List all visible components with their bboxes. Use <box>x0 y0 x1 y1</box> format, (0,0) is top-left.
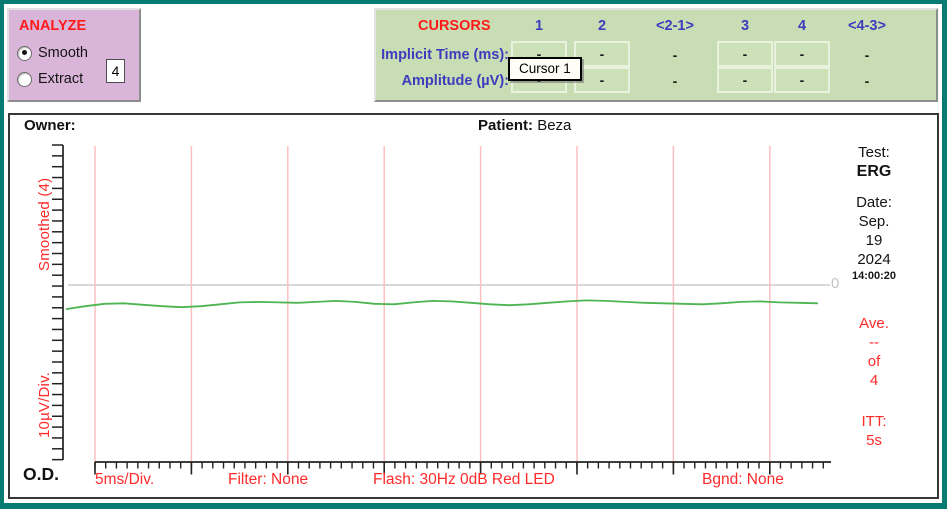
implicit-time-cursor4-cell: - <box>774 41 830 67</box>
date-day: 19 <box>818 231 930 250</box>
date-year: 2024 <box>818 250 930 269</box>
implicit-time-diff21-value: - <box>673 47 678 63</box>
amplitude-diff43-value: - <box>865 73 870 89</box>
implicit-time-cursor2-cell: - <box>574 41 630 67</box>
erg-plot-area[interactable] <box>10 115 937 497</box>
analyze-panel: ANALYZE Smooth Extract <box>7 8 141 102</box>
amplitude-cursor4-cell: - <box>774 67 830 93</box>
radio-extract-label[interactable]: Extract <box>38 71 83 87</box>
itt-label: ITT: <box>818 412 930 431</box>
cursor1-tooltip: Cursor 1 <box>508 57 582 81</box>
y-axis-mode-label: Smoothed (4) <box>36 168 53 280</box>
filter-label: Filter: None <box>228 471 308 489</box>
cursors-title: CURSORS <box>418 18 491 34</box>
implicit-time-diff43-value: - <box>865 47 870 63</box>
test-info-column: Test: ERG Date: Sep. 19 2024 14:00:20 Av… <box>818 143 930 450</box>
analyze-title: ANALYZE <box>19 18 86 34</box>
cursor-col-4: 4 <box>798 18 806 34</box>
test-label: Test: <box>818 143 930 162</box>
eye-label: O.D. <box>23 464 59 485</box>
ave-label: Ave. <box>818 314 930 333</box>
flash-label: Flash: 30Hz 0dB Red LED <box>373 471 555 489</box>
date-label: Date: <box>818 193 930 212</box>
ave-of: of <box>818 352 930 371</box>
erg-waveform <box>66 300 818 309</box>
background-label: Bgnd: None <box>702 471 784 489</box>
cursor-col-2: 2 <box>598 18 606 34</box>
cursor-col-1: 1 <box>535 18 543 34</box>
radio-smooth-label[interactable]: Smooth <box>38 45 88 61</box>
test-value: ERG <box>818 162 930 181</box>
cursor-col-3: 3 <box>741 18 749 34</box>
itt-value: 5s <box>818 431 930 450</box>
patient-field: Patient: Beza <box>478 117 571 134</box>
date-month: Sep. <box>818 212 930 231</box>
implicit-time-label: Implicit Time (ms): <box>376 47 509 63</box>
timebase-label: 5ms/Div. <box>95 471 154 489</box>
radio-smooth-icon[interactable] <box>17 46 32 61</box>
cursors-panel: CURSORS 1 2 <2-1> 3 4 <4-3> Implicit Tim… <box>374 8 938 102</box>
smooth-factor-input[interactable] <box>106 59 125 83</box>
implicit-time-cursor3-cell: - <box>717 41 773 67</box>
amplitude-cursor2-cell: - <box>574 67 630 93</box>
radio-smooth[interactable]: Smooth <box>17 45 88 61</box>
erg-app-window: ANALYZE Smooth Extract CURSORS 1 2 <2-1>… <box>0 0 947 509</box>
cursor-col-4-3: <4-3> <box>848 18 886 34</box>
radio-extract[interactable]: Extract <box>17 71 83 87</box>
radio-extract-icon[interactable] <box>17 72 32 87</box>
waveform-chart-panel: Owner: Patient: Beza Smoothed (4) 10µV/D… <box>8 113 939 499</box>
amplitude-cursor3-cell: - <box>717 67 773 93</box>
amplitude-label: Amplitude (µV): <box>376 73 509 89</box>
time-value: 14:00:20 <box>818 269 930 284</box>
ave-total: 4 <box>818 371 930 390</box>
ave-current: -- <box>818 333 930 352</box>
patient-label: Patient: <box>478 117 533 134</box>
y-axis-scale-label: 10µV/Div. <box>36 353 53 457</box>
owner-label: Owner: <box>24 117 76 134</box>
cursor-col-2-1: <2-1> <box>656 18 694 34</box>
amplitude-diff21-value: - <box>673 73 678 89</box>
patient-name: Beza <box>537 117 571 134</box>
